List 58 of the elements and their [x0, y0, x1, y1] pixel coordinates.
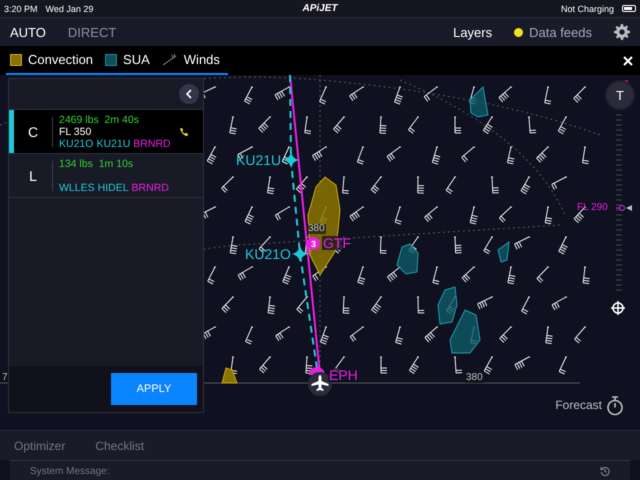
chevron-left-icon	[185, 89, 193, 99]
edge-label: 7	[1, 373, 9, 383]
route-letter: L	[14, 160, 53, 190]
waypoint-label: GTF	[322, 236, 352, 250]
route-letter: C	[14, 116, 53, 146]
sua-swatch-icon	[105, 54, 118, 66]
apply-button[interactable]: APPLY	[111, 373, 197, 405]
fuel-time-savings: 134 lbs 1m 10s	[59, 158, 134, 170]
data-feeds-button[interactable]: Data feeds	[529, 24, 592, 40]
close-icon[interactable]	[622, 54, 634, 66]
fuel-time-savings: 2469 lbs 2m 40s	[59, 114, 140, 126]
route-waypoint: KU21O	[59, 138, 94, 150]
flight-level-marker: FL 290	[577, 203, 608, 213]
app-logo: APiJET	[302, 3, 338, 14]
aircraft-icon	[308, 372, 332, 396]
bottom-tab[interactable]: Optimizer	[14, 438, 66, 452]
layers-button[interactable]: Layers	[453, 24, 492, 40]
status-date: Wed Jan 29	[46, 4, 94, 14]
stopwatch-icon[interactable]	[606, 396, 624, 416]
system-message-label: System Message:	[30, 466, 110, 476]
settings-icon[interactable]	[614, 24, 630, 40]
route-option[interactable]: C 2469 lbs 2m 40s FL 350 KU21O KU21U BRNRD	[9, 109, 203, 153]
route-waypoint: WLLES	[59, 182, 95, 194]
mode-tab[interactable]: AUTO	[10, 24, 46, 40]
battery-icon	[622, 5, 636, 12]
charging-status: Not Charging	[560, 4, 614, 14]
wind-barb-icon	[162, 54, 178, 66]
phone-icon[interactable]	[179, 126, 189, 136]
route-option[interactable]: L 134 lbs 1m 10s WLLES HIDEL BRNRD	[9, 153, 203, 197]
flight-level: FL 350	[59, 126, 92, 138]
sua-area	[396, 243, 419, 275]
altitude-label: 380	[307, 224, 326, 234]
route-waypoint: BRNRD	[132, 182, 169, 194]
route-waypoint: KU21U	[96, 138, 130, 150]
bottom-tab[interactable]: Checklist	[95, 438, 144, 452]
waypoint-label: KU21O	[245, 247, 291, 261]
mode-tab[interactable]: DIRECT	[68, 24, 116, 40]
back-button[interactable]	[179, 84, 199, 104]
convection-swatch-icon	[10, 54, 22, 66]
sua-area	[469, 86, 489, 118]
layer-label: Winds	[184, 52, 220, 67]
altitude-label: 380	[465, 373, 484, 383]
layer-label: SUA	[123, 52, 150, 67]
waypoint-star-icon	[283, 152, 299, 168]
waypoint-star-icon	[292, 246, 308, 262]
status-time: 3:20 PM	[4, 4, 38, 14]
history-icon[interactable]	[600, 466, 610, 476]
route-waypoint: HIDEL	[98, 182, 129, 194]
waypoint-label: KU21U	[236, 153, 282, 167]
forecast-label[interactable]: Forecast	[555, 399, 602, 411]
altitude-pointer-icon	[616, 205, 632, 211]
route-waypoint: BRNRD	[133, 138, 171, 150]
convection-area	[221, 367, 238, 384]
waypoint-label: EPH	[328, 368, 359, 382]
layer-label: Convection	[28, 52, 94, 67]
sua-area	[497, 240, 510, 263]
crosshair-icon[interactable]	[610, 300, 626, 316]
scale-button[interactable]: T	[605, 80, 635, 110]
